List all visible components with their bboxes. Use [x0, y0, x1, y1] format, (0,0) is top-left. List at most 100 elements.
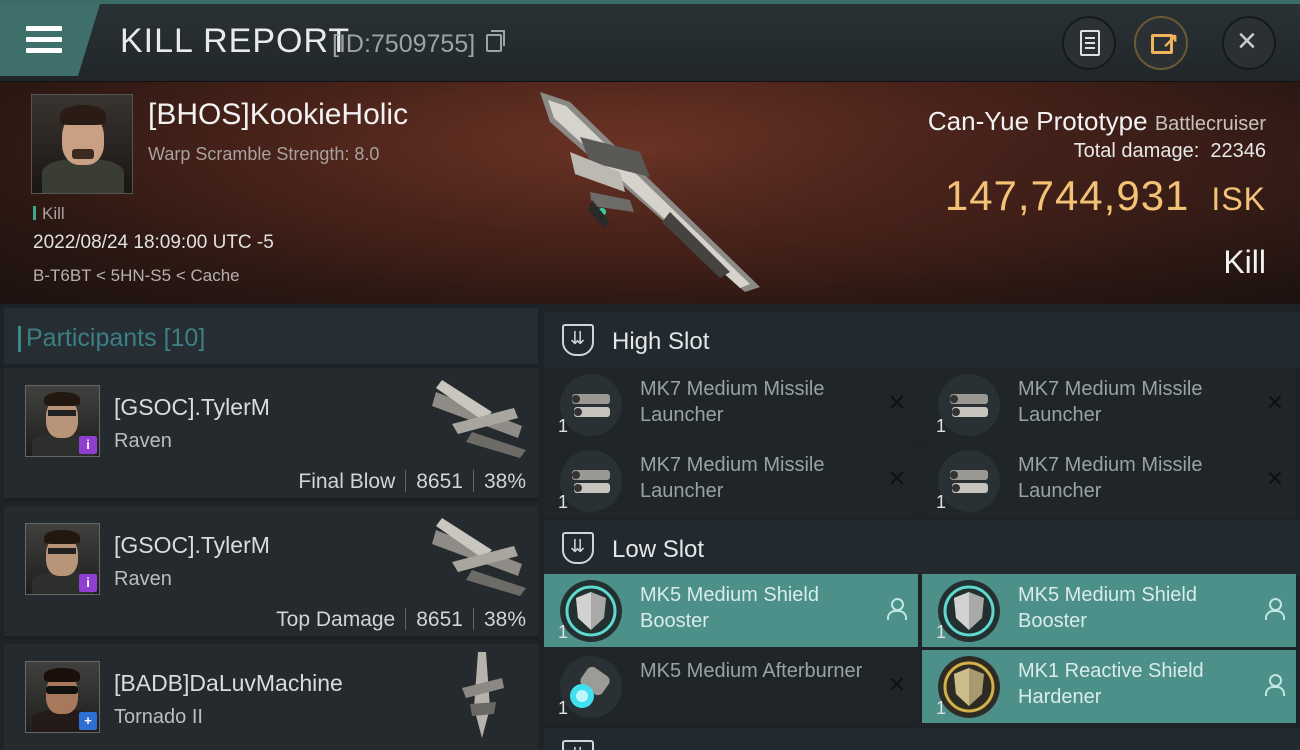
total-damage-label: Total damage:: [1073, 140, 1200, 162]
participant-damage: 8651: [416, 470, 463, 493]
document-icon: [1080, 30, 1100, 56]
avatar: +: [25, 661, 100, 733]
hamburger-icon: [26, 26, 62, 31]
module-quantity: 1: [558, 698, 569, 718]
low-slot-icon: [562, 532, 594, 564]
participants-title: Participants [10]: [17, 324, 205, 353]
module-item[interactable]: 1 MK1 Reactive Shield Hardener: [922, 650, 1296, 723]
high-slot-icon: [562, 324, 594, 356]
module-quantity: 1: [558, 492, 569, 512]
participant-stats: Top Damage 8651 38%: [276, 608, 526, 632]
victim-name[interactable]: [BHOS]KookieHolic: [148, 98, 408, 132]
participant-ship: Raven: [114, 430, 172, 452]
module-name: MK5 Medium Shield Booster: [640, 584, 819, 632]
participant-percent: 38%: [483, 608, 526, 631]
victim-ship-name[interactable]: Can-Yue Prototype Battlecruiser: [928, 106, 1266, 137]
shield-hardener-icon: [938, 656, 1000, 718]
module-item[interactable]: 1 MK7 Medium Missile Launcher ✕: [544, 444, 918, 517]
afterburner-icon: [560, 656, 622, 718]
missile-launcher-icon: [938, 374, 1000, 436]
missile-launcher-icon: [560, 374, 622, 436]
kill-tag: Kill: [33, 204, 65, 224]
module-name: MK7 Medium Missile Launcher: [1018, 454, 1203, 502]
missile-launcher-icon: [938, 450, 1000, 512]
module-name: MK5 Medium Afterburner: [640, 660, 863, 682]
next-slot-header: [544, 728, 1300, 750]
destroyed-icon: ✕: [1265, 390, 1284, 415]
participant-role: Top Damage: [276, 608, 396, 631]
module-quantity: 1: [936, 698, 947, 718]
participant-card[interactable]: + [BADB]DaLuvMachine Tornado II: [4, 644, 538, 750]
menu-button[interactable]: [0, 4, 100, 76]
victim-summary: [BHOS]KookieHolic Warp Scramble Strength…: [0, 82, 1300, 304]
participants-panel: Participants [10] i [GSOC].TylerM Raven …: [4, 308, 538, 750]
slot-title: Low Slot: [612, 536, 705, 563]
high-slot-header: High Slot: [544, 312, 1300, 368]
low-slot-header: Low Slot: [544, 520, 1300, 576]
share-button[interactable]: ↗: [1134, 16, 1188, 70]
survived-person-icon: [1264, 674, 1285, 696]
participant-ship-image: [432, 518, 526, 596]
module-item[interactable]: 1 MK7 Medium Missile Launcher ✕: [922, 444, 1296, 517]
notes-button[interactable]: [1062, 16, 1116, 70]
module-quantity: 1: [936, 492, 947, 512]
destroyed-icon: ✕: [887, 466, 906, 491]
module-quantity: 1: [558, 622, 569, 642]
shield-booster-icon: [938, 580, 1000, 642]
participant-stats: Final Blow 8651 38%: [298, 470, 526, 494]
corp-badge-icon: i: [79, 436, 97, 454]
isk-amount: 147,744,931: [944, 172, 1190, 219]
copy-icon[interactable]: [486, 30, 505, 52]
hamburger-icon-bar: [26, 37, 62, 42]
module-quantity: 1: [936, 416, 947, 436]
share-arrow-icon: ↗: [1162, 30, 1179, 52]
module-item[interactable]: 1 MK5 Medium Shield Booster: [544, 574, 918, 647]
module-name: MK1 Reactive Shield Hardener: [1018, 660, 1204, 708]
isk-unit: ISK: [1211, 181, 1266, 217]
corp-badge-icon: +: [79, 712, 97, 730]
victim-avatar[interactable]: [31, 94, 133, 194]
warp-scramble-strength: Warp Scramble Strength: 8.0: [148, 144, 380, 164]
module-quantity: 1: [558, 416, 569, 436]
kill-timestamp: 2022/08/24 18:09:00 UTC -5: [33, 232, 274, 253]
module-item[interactable]: 1 MK7 Medium Missile Launcher ✕: [922, 368, 1296, 441]
ship-class: Battlecruiser: [1154, 113, 1266, 135]
survived-person-icon: [1264, 598, 1285, 620]
participant-name[interactable]: [GSOC].TylerM: [114, 532, 270, 559]
module-name: MK5 Medium Shield Booster: [1018, 584, 1197, 632]
participant-ship-image: [432, 380, 526, 458]
participant-percent: 38%: [483, 470, 526, 493]
close-button[interactable]: ×: [1222, 16, 1276, 70]
corp-badge-icon: i: [79, 574, 97, 592]
participant-role: Final Blow: [298, 470, 396, 493]
avatar: i: [25, 385, 100, 457]
module-item[interactable]: 1 MK5 Medium Afterburner ✕: [544, 650, 918, 723]
missile-launcher-icon: [560, 450, 622, 512]
kill-result: Kill: [1223, 244, 1266, 280]
participant-ship: Raven: [114, 568, 172, 590]
victim-ship-image: [540, 92, 760, 292]
shield-booster-icon: [560, 580, 622, 642]
participant-ship-image: [462, 652, 504, 738]
total-damage: Total damage: 22346: [1074, 140, 1266, 163]
ship-name-text: Can-Yue Prototype: [927, 106, 1148, 136]
module-item[interactable]: 1 MK7 Medium Missile Launcher ✕: [544, 368, 918, 441]
kill-location[interactable]: B-T6BT < 5HN-S5 < Cache: [33, 266, 240, 286]
participant-ship: Tornado II: [114, 706, 203, 728]
participant-name[interactable]: [GSOC].TylerM: [114, 394, 270, 421]
participant-name[interactable]: [BADB]DaLuvMachine: [114, 670, 343, 697]
participant-card[interactable]: i [GSOC].TylerM Raven Top Damage 8651 38%: [4, 506, 538, 639]
destroyed-icon: ✕: [887, 672, 906, 697]
page-title: KILL REPORT: [120, 22, 351, 60]
total-damage-value: 22346: [1210, 140, 1266, 162]
report-id: [ID:7509755]: [332, 30, 476, 58]
participant-card[interactable]: i [GSOC].TylerM Raven Final Blow 8651 38%: [4, 368, 538, 501]
slot-title: High Slot: [612, 328, 710, 355]
participants-header: Participants [10]: [4, 308, 538, 364]
module-item[interactable]: 1 MK5 Medium Shield Booster: [922, 574, 1296, 647]
isk-value: 147,744,931 ISK: [945, 172, 1266, 220]
module-name: MK7 Medium Missile Launcher: [1018, 378, 1203, 426]
avatar: i: [25, 523, 100, 595]
survived-person-icon: [886, 598, 907, 620]
participants-title-text: Participants: [26, 324, 157, 352]
